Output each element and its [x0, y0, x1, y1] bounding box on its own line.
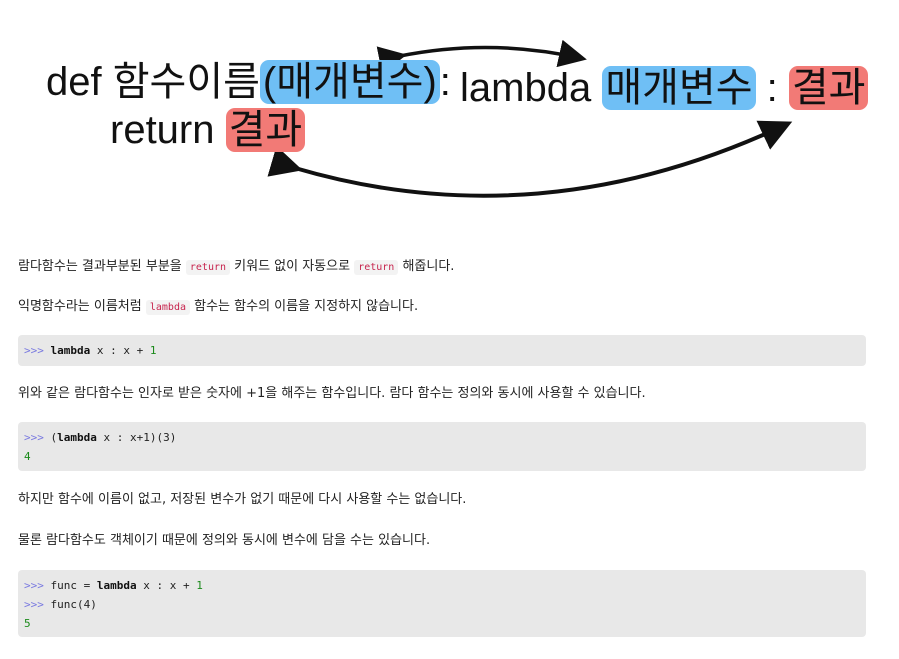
- prompt: >>>: [24, 344, 44, 357]
- return-keyword: return: [110, 108, 226, 152]
- code-text: func =: [43, 579, 97, 592]
- lambda-keyword: lambda: [460, 66, 603, 110]
- code-text: func(4): [43, 598, 97, 611]
- def-colon: :: [439, 60, 451, 104]
- lambda-params-highlight: 매개변수: [602, 66, 756, 110]
- return-line: return 결과: [110, 106, 306, 154]
- code-block-2: >>> (lambda x : x+1)(3) 4: [18, 422, 866, 471]
- return-inline-code-2: return: [354, 260, 399, 275]
- code-text: x : x +: [136, 579, 197, 592]
- return-inline-code: return: [185, 260, 231, 275]
- p1-text-c: 해줍니다.: [398, 259, 455, 274]
- code-output: 5: [24, 617, 31, 630]
- paragraph-3: 위와 같은 람다함수는 인자로 받은 숫자에 +1을 해주는 함수입니다. 람다…: [18, 386, 646, 401]
- prompt: >>>: [24, 598, 44, 611]
- prompt: >>>: [24, 431, 44, 444]
- code-text: x : x +: [90, 344, 150, 357]
- return-result-highlight: 결과: [225, 108, 306, 152]
- lambda-line: lambda 매개변수 : 결과: [460, 64, 869, 112]
- def-params-highlight: (매개변수): [259, 60, 440, 104]
- paragraph-1: 람다함수는 결과부분된 부분을 return 키워드 없이 자동으로 retur…: [18, 257, 454, 278]
- p2-text-b: 함수는 함수의 이름을 지정하지 않습니다.: [190, 299, 419, 314]
- code-block-1: >>> lambda x : x + 1: [18, 335, 866, 366]
- paragraph-4: 하지만 함수에 이름이 없고, 저장된 변수가 없기 때문에 다시 사용할 수는…: [18, 492, 467, 507]
- code-block-3: >>> func = lambda x : x + 1 >>> func(4) …: [18, 570, 866, 637]
- lambda-inline-code: lambda: [145, 300, 190, 315]
- lambda-colon: :: [755, 66, 789, 110]
- p1-text-a: 람다함수는 결과부분된 부분을: [18, 259, 186, 274]
- paragraph-2: 익명함수라는 이름처럼 lambda 함수는 함수의 이름을 지정하지 않습니다…: [18, 297, 418, 318]
- prompt: >>>: [24, 579, 44, 592]
- code-number: 1: [196, 579, 203, 592]
- result-arrow: [267, 120, 793, 198]
- code-number: 1: [149, 344, 157, 357]
- lambda-keyword-code: lambda: [50, 344, 91, 357]
- code-text: x : x+1)(3): [96, 431, 177, 444]
- def-keyword: def: [46, 60, 113, 104]
- code-output: 4: [24, 450, 31, 463]
- lambda-keyword-code: lambda: [57, 431, 97, 444]
- p2-text-a: 익명함수라는 이름처럼: [18, 299, 146, 314]
- lambda-result-highlight: 결과: [788, 66, 869, 110]
- function-name: 함수이름: [112, 60, 260, 104]
- lambda-keyword-code: lambda: [96, 579, 137, 592]
- p1-text-b: 키워드 없이 자동으로: [230, 259, 355, 274]
- def-line: def 함수이름(매개변수):: [46, 58, 451, 106]
- code-text: (: [43, 431, 58, 444]
- lambda-diagram: def 함수이름(매개변수): return 결과 lambda 매개변수 : …: [0, 0, 899, 215]
- paragraph-5: 물론 람다함수도 객체이기 때문에 정의와 동시에 변수에 담을 수는 있습니다…: [18, 533, 431, 548]
- params-arrow: [376, 39, 587, 74]
